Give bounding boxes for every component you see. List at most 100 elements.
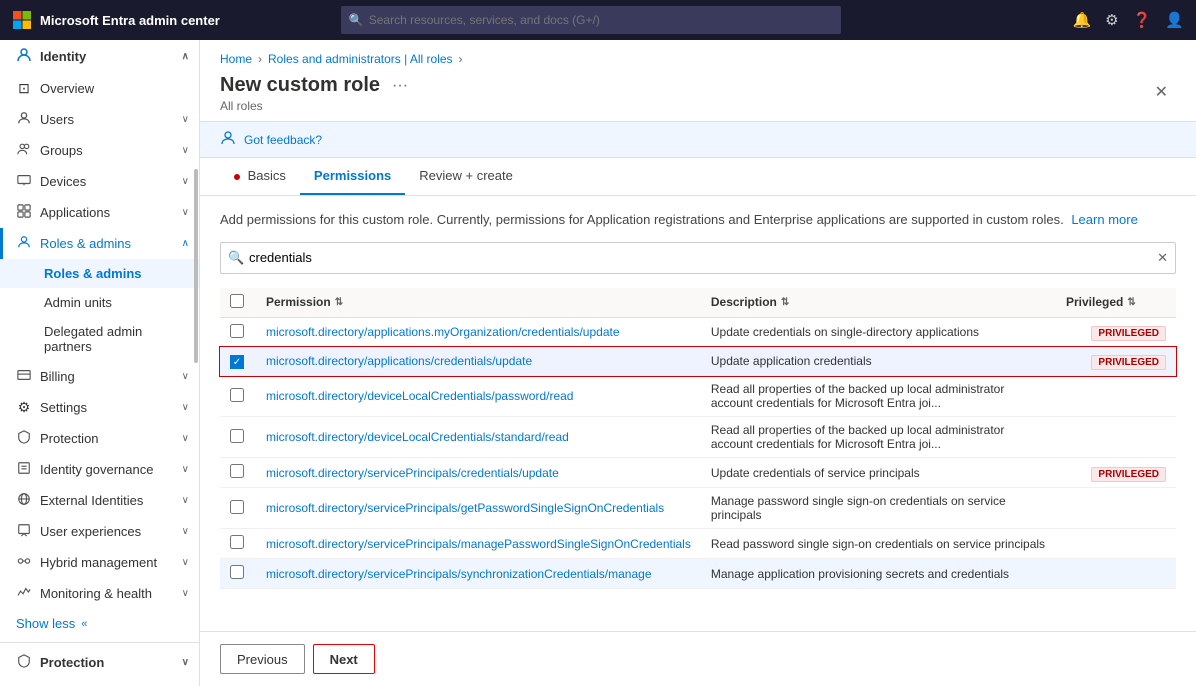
applications-chevron-icon: ∨ <box>182 207 189 218</box>
table-row: microsoft.directory/servicePrincipals/sy… <box>220 559 1176 589</box>
row-checkbox[interactable] <box>230 464 244 478</box>
sidebar-item-users[interactable]: Users ∨ <box>0 104 199 135</box>
notifications-icon[interactable]: 🔔 <box>1072 11 1091 29</box>
monitoring-icon <box>16 585 32 602</box>
previous-button[interactable]: Previous <box>220 644 305 674</box>
row-privileged <box>1056 559 1176 589</box>
description-sort-button[interactable]: Description ⇅ <box>711 295 789 309</box>
sidebar-item-billing-label: Billing <box>40 369 174 384</box>
sidebar-item-groups[interactable]: Groups ∨ <box>0 135 199 166</box>
breadcrumb-sep-2: › <box>459 52 463 66</box>
table-row: ✓ microsoft.directory/applications/creden… <box>220 347 1176 376</box>
main-layout: Identity ∧ ⊡ Overview Users ∨ <box>0 40 1196 686</box>
next-button[interactable]: Next <box>313 644 375 674</box>
breadcrumb-roles[interactable]: Roles and administrators | All roles <box>268 52 453 66</box>
permission-sort-button[interactable]: Permission ⇅ <box>266 295 343 309</box>
sidebar-item-protection[interactable]: Protection ∨ <box>0 423 199 454</box>
permissions-description: Add permissions for this custom role. Cu… <box>220 210 1176 230</box>
sidebar-section-learn-support[interactable]: ? Learn & support ∧ <box>0 678 199 686</box>
row-checkbox[interactable] <box>230 388 244 402</box>
sidebar-item-users-label: Users <box>40 112 174 127</box>
sidebar-show-less[interactable]: Show less « <box>0 609 199 638</box>
user-exp-icon <box>16 523 32 540</box>
sidebar-item-protection-label: Protection <box>40 431 174 446</box>
identity-gov-icon <box>16 461 32 478</box>
sidebar-item-devices[interactable]: Devices ∨ <box>0 166 199 197</box>
row-checkbox[interactable] <box>230 429 244 443</box>
search-clear-icon[interactable]: ✕ <box>1157 250 1168 266</box>
sidebar-wrapper: Identity ∧ ⊡ Overview Users ∨ <box>0 40 200 686</box>
row-description: Update credentials on single-directory a… <box>701 317 1056 347</box>
monitoring-chevron-icon: ∨ <box>182 588 189 599</box>
page-header: New custom role ··· All roles ✕ <box>200 70 1196 122</box>
page-close-button[interactable]: ✕ <box>1147 78 1176 106</box>
sidebar-section-identity[interactable]: Identity ∧ <box>0 40 199 73</box>
row-checkbox-cell <box>220 529 256 559</box>
row-privileged: PRIVILEGED <box>1056 458 1176 488</box>
row-checkbox-cell <box>220 559 256 589</box>
tabs: Basics Permissions Review + create <box>200 158 1196 196</box>
row-privileged <box>1056 488 1176 529</box>
users-chevron-icon: ∨ <box>182 114 189 125</box>
sidebar-item-ext-identities[interactable]: External Identities ∨ <box>0 485 199 516</box>
app-logo: Microsoft Entra admin center <box>12 10 220 30</box>
settings-chevron-icon: ∨ <box>182 402 189 413</box>
sidebar-item-settings[interactable]: ⚙ Settings ∨ <box>0 392 199 423</box>
feedback-bar: Got feedback? <box>200 122 1196 158</box>
tab-basics[interactable]: Basics <box>220 158 300 195</box>
privileged-sort-button[interactable]: Privileged ⇅ <box>1066 295 1136 309</box>
sidebar-item-user-exp[interactable]: User experiences ∨ <box>0 516 199 547</box>
sidebar-item-roles-admins-sub[interactable]: Roles & admins <box>0 259 199 288</box>
privileged-sort-icon: ⇅ <box>1127 297 1135 308</box>
row-checkbox[interactable] <box>230 565 244 579</box>
sidebar-item-admin-units[interactable]: Admin units <box>0 288 199 317</box>
breadcrumb-home[interactable]: Home <box>220 52 252 66</box>
feedback-link[interactable]: Got feedback? <box>244 133 322 147</box>
row-privileged: PRIVILEGED <box>1056 347 1176 376</box>
sidebar-item-billing[interactable]: Billing ∨ <box>0 361 199 392</box>
row-checkbox-checked[interactable]: ✓ <box>230 355 244 369</box>
search-container: 🔍 <box>341 6 841 34</box>
sidebar-item-overview[interactable]: ⊡ Overview <box>0 73 199 104</box>
table-row: microsoft.directory/servicePrincipals/ge… <box>220 488 1176 529</box>
sidebar-item-identity-gov[interactable]: Identity governance ∨ <box>0 454 199 485</box>
row-checkbox[interactable] <box>230 500 244 514</box>
overview-icon: ⊡ <box>16 80 32 97</box>
select-all-checkbox[interactable] <box>230 294 244 308</box>
devices-icon <box>16 173 32 190</box>
row-checkbox[interactable] <box>230 324 244 338</box>
sidebar-item-applications[interactable]: Applications ∨ <box>0 197 199 228</box>
feedback-icon <box>220 130 236 149</box>
tab-permissions[interactable]: Permissions <box>300 158 405 195</box>
groups-icon <box>16 142 32 159</box>
help-icon[interactable]: ❓ <box>1133 11 1152 29</box>
row-checkbox[interactable] <box>230 535 244 549</box>
user-avatar[interactable]: 👤 <box>1165 11 1184 29</box>
search-input[interactable] <box>341 6 841 34</box>
privileged-badge: PRIVILEGED <box>1091 467 1166 482</box>
sidebar-sub-delegated-label: Delegated admin partners <box>44 324 189 354</box>
sidebar-item-groups-label: Groups <box>40 143 174 158</box>
row-description: Manage password single sign-on credentia… <box>701 488 1056 529</box>
row-privileged: PRIVILEGED <box>1056 317 1176 347</box>
search-icon: 🔍 <box>349 13 364 27</box>
table-row: microsoft.directory/servicePrincipals/cr… <box>220 458 1176 488</box>
table-row: microsoft.directory/applications.myOrgan… <box>220 317 1176 347</box>
settings-icon[interactable]: ⚙ <box>1105 11 1118 29</box>
th-checkbox <box>220 288 256 318</box>
sidebar-item-hybrid-mgmt[interactable]: Hybrid management ∨ <box>0 547 199 578</box>
row-permission-name: microsoft.directory/applications/credent… <box>256 347 701 376</box>
topbar: Microsoft Entra admin center 🔍 🔔 ⚙ ❓ 👤 <box>0 0 1196 40</box>
sidebar-scrollbar[interactable] <box>194 169 198 363</box>
tab-review-create[interactable]: Review + create <box>405 158 527 195</box>
sidebar-section-protection-bottom[interactable]: Protection ∨ <box>0 647 199 678</box>
content-area: Home › Roles and administrators | All ro… <box>200 40 1196 686</box>
sidebar-item-roles-admins[interactable]: Roles & admins ∧ <box>0 228 199 259</box>
sidebar-item-delegated[interactable]: Delegated admin partners <box>0 317 199 361</box>
sidebar-item-monitoring[interactable]: Monitoring & health ∨ <box>0 578 199 609</box>
user-exp-chevron-icon: ∨ <box>182 526 189 537</box>
page-more-button[interactable]: ··· <box>388 77 412 95</box>
permissions-search-input[interactable] <box>220 242 1176 274</box>
learn-more-link[interactable]: Learn more <box>1071 212 1137 227</box>
show-less-icon: « <box>81 618 87 630</box>
